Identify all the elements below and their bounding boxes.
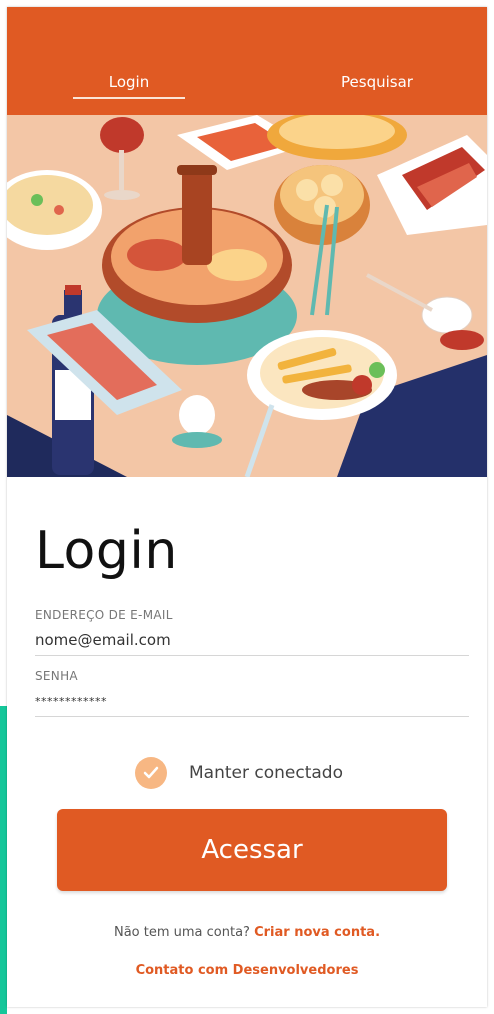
email-label: ENDEREÇO DE E-MAIL [35, 608, 173, 622]
contact-developers-link[interactable]: Contato com Desenvolvedores [7, 963, 487, 978]
hero-illustration [7, 115, 487, 477]
remember-me-toggle[interactable]: Manter conectado [135, 757, 343, 789]
food-illustration [7, 115, 487, 477]
top-nav: Login Pesquisar [7, 7, 487, 115]
email-field[interactable] [35, 629, 469, 656]
signup-prompt-text: Não tem uma conta? [113, 925, 250, 940]
password-field[interactable] [35, 690, 469, 717]
signup-prompt: Não tem uma conta? Criar nova conta. [7, 925, 487, 940]
page-title: Login [35, 521, 178, 581]
password-label: SENHA [35, 669, 78, 683]
submit-button[interactable]: Acessar [57, 809, 447, 891]
create-account-link[interactable]: Criar nova conta. [254, 925, 380, 940]
check-icon[interactable] [135, 757, 167, 789]
left-accent-bar [0, 706, 7, 1014]
remember-me-label: Manter conectado [189, 763, 343, 783]
tab-search[interactable]: Pesquisar [312, 73, 442, 97]
app-frame: Login Pesquisar Login ENDEREÇO DE E-MAIL… [7, 7, 487, 1007]
tab-login[interactable]: Login [73, 73, 185, 99]
